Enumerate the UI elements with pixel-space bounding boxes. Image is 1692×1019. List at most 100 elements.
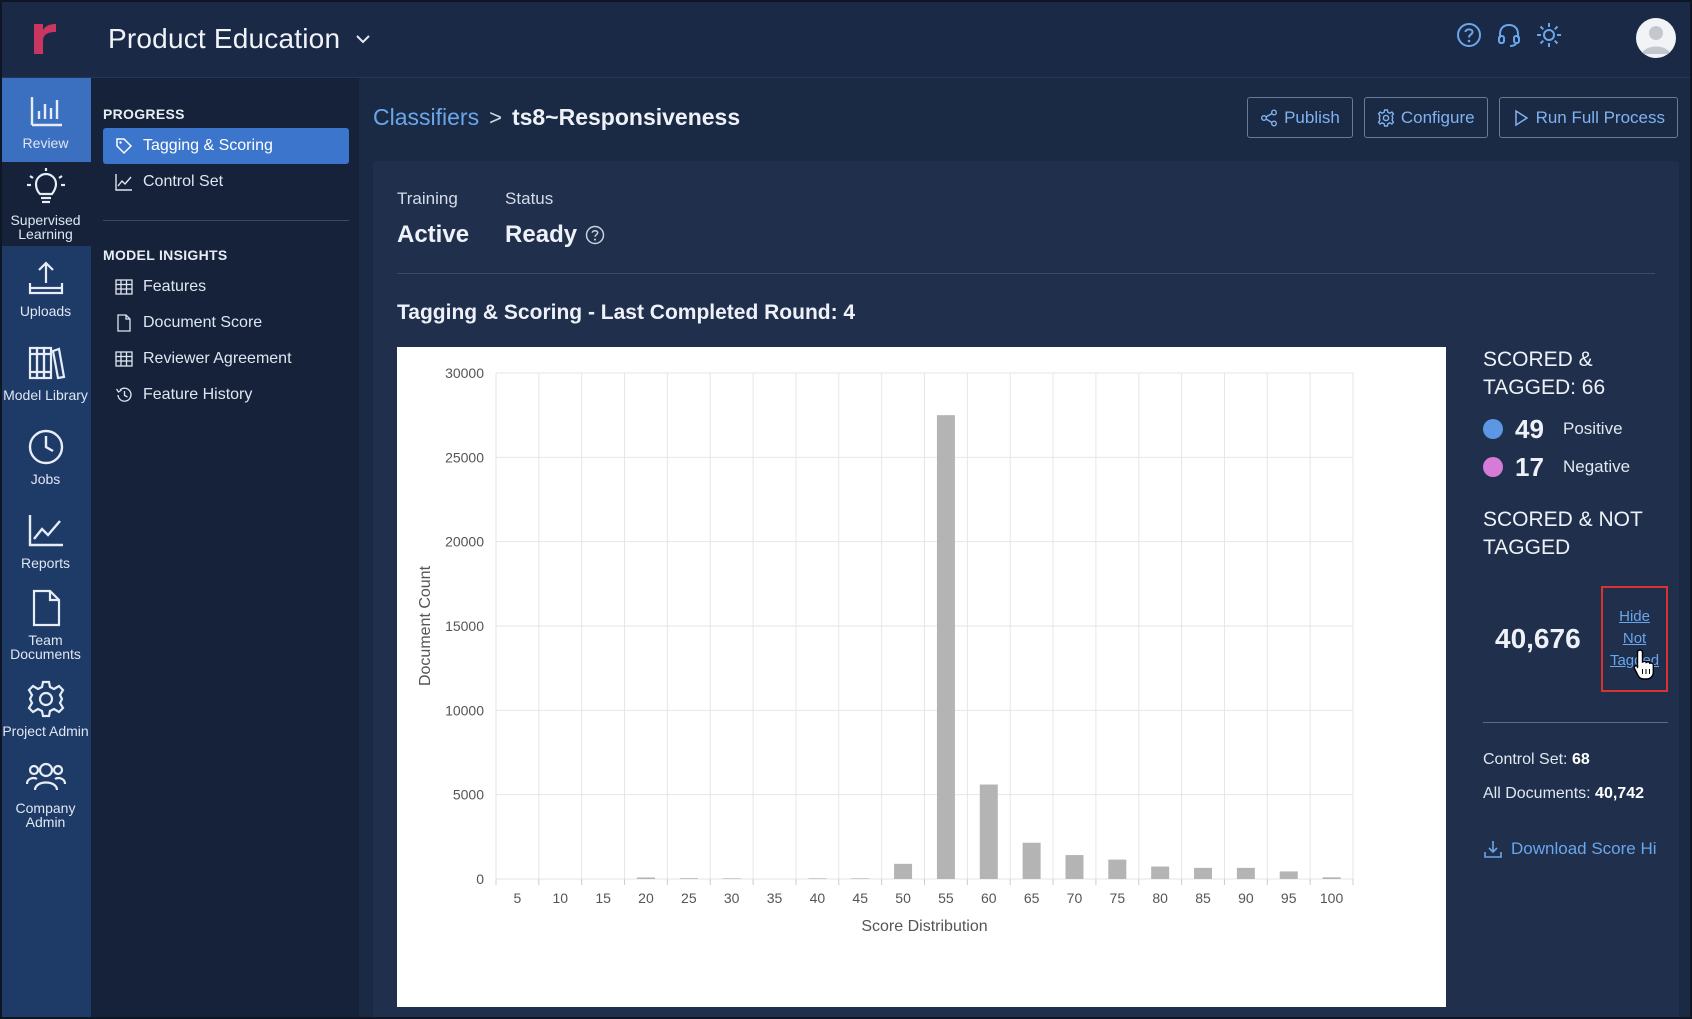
nav-project-admin[interactable]: Project Admin — [0, 666, 91, 750]
subnav-tagging-scoring-label: Tagging & Scoring — [143, 137, 273, 154]
x-tick-label: 65 — [1024, 890, 1040, 906]
users-icon — [25, 762, 66, 790]
subnav-feature-history[interactable]: Feature History — [103, 377, 349, 413]
chart-bar — [1236, 867, 1255, 879]
app-logo[interactable] — [0, 0, 90, 78]
summary-divider — [1483, 722, 1668, 723]
breadcrumb-current: ts8~Responsiveness — [511, 104, 741, 130]
nav-project-admin-label: Project Admin — [2, 722, 89, 739]
hide-not-tagged-link-word-2[interactable]: Not — [1623, 628, 1646, 650]
control-set-label: Control Set: — [1483, 751, 1568, 768]
breadcrumb-classifiers-link[interactable]: Classifiers — [373, 104, 479, 131]
nav-review-label: Review — [22, 134, 69, 151]
x-tick-label: 60 — [981, 890, 997, 906]
user-avatar[interactable] — [1636, 18, 1676, 58]
nav-review[interactable]: Review — [0, 78, 91, 162]
positive-count: 49 — [1515, 413, 1544, 444]
help-button[interactable] — [1456, 22, 1482, 48]
subnav-divider — [103, 220, 349, 221]
help-icon[interactable] — [585, 225, 605, 245]
chart-bar — [936, 415, 955, 879]
trend-icon — [115, 174, 132, 191]
x-tick-label: 25 — [681, 890, 697, 906]
x-tick-label: 5 — [514, 890, 522, 906]
header-icons — [1456, 22, 1562, 48]
chart-bar — [1151, 866, 1170, 879]
subnav-document-score[interactable]: Document Score — [103, 305, 349, 341]
support-button[interactable] — [1496, 22, 1522, 48]
subnav-reviewer-agreement-label: Reviewer Agreement — [143, 350, 292, 367]
workspace-selector[interactable]: Product Education — [108, 23, 372, 55]
play-icon — [1514, 109, 1528, 126]
theme-toggle-button[interactable] — [1536, 22, 1562, 48]
x-tick-label: 85 — [1195, 890, 1211, 906]
left-nav: Review Supervised Learning Uploads Model… — [0, 78, 91, 1019]
nav-team-documents-label: Team Documents — [10, 631, 81, 662]
nav-supervised-learning[interactable]: Supervised Learning — [0, 162, 91, 246]
x-tick-label: 95 — [1281, 890, 1297, 906]
x-tick-label: 80 — [1152, 890, 1168, 906]
gear-icon — [1377, 108, 1395, 127]
tag-icon — [116, 138, 133, 155]
model-insights-section-title: MODEL INSIGHTS — [103, 247, 228, 263]
headset-icon — [1498, 23, 1520, 47]
status-row: Training Active Status Ready — [397, 189, 605, 249]
hand-cursor-icon — [1633, 649, 1655, 680]
nav-uploads[interactable]: Uploads — [0, 246, 91, 330]
configure-button[interactable]: Configure — [1363, 97, 1488, 138]
subnav-feature-history-label: Feature History — [143, 386, 253, 403]
nav-model-library-label: Model Library — [3, 386, 88, 403]
chart-bar — [979, 784, 998, 879]
x-tick-label: 20 — [638, 890, 654, 906]
positive-label: Positive — [1563, 419, 1623, 438]
lightbulb-icon — [26, 167, 65, 203]
all-documents-label: All Documents: — [1483, 785, 1591, 802]
y-axis-title: Document Count — [417, 565, 434, 686]
nav-reports[interactable]: Reports — [0, 498, 91, 582]
subnav-document-score-label: Document Score — [143, 314, 263, 331]
chart-bar — [1194, 867, 1213, 879]
download-score-histogram-link[interactable]: Download Score Hi — [1483, 839, 1668, 859]
x-tick-label: 35 — [767, 890, 783, 906]
x-tick-label: 70 — [1067, 890, 1083, 906]
subnav-reviewer-agreement[interactable]: Reviewer Agreement — [103, 341, 349, 377]
chart-bar — [894, 863, 913, 879]
subnav-tagging-scoring[interactable]: Tagging & Scoring — [103, 128, 349, 164]
chevron-down-icon — [356, 34, 370, 43]
x-tick-label: 90 — [1238, 890, 1254, 906]
x-tick-label: 15 — [595, 890, 611, 906]
workspace-name: Product Education — [108, 22, 341, 54]
download-icon — [1484, 841, 1502, 858]
x-tick-label: 50 — [895, 890, 911, 906]
nav-team-documents[interactable]: Team Documents — [0, 582, 91, 666]
clock-icon — [28, 429, 63, 464]
subnav-control-set-label: Control Set — [143, 173, 224, 190]
table-icon — [115, 351, 133, 367]
status-stat: Status Ready — [505, 189, 605, 249]
training-stat: Training Active — [397, 189, 469, 249]
upload-icon — [28, 260, 63, 294]
document-icon — [32, 589, 60, 626]
publish-label: Publish — [1284, 107, 1340, 127]
all-documents-row: All Documents: 40,742 — [1483, 785, 1668, 803]
run-full-process-label: Run Full Process — [1535, 107, 1665, 127]
run-full-process-button[interactable]: Run Full Process — [1498, 97, 1678, 138]
y-tick-label: 5000 — [453, 787, 484, 803]
nav-model-library[interactable]: Model Library — [0, 330, 91, 414]
x-tick-label: 45 — [852, 890, 868, 906]
sub-nav: PROGRESS Tagging & Scoring Control Set M… — [91, 78, 359, 1019]
chart-svg: 0 5000 10000 15000 20000 25000 30000 5 10 15 20 25 3… — [417, 365, 1354, 935]
status-label: Status — [505, 189, 554, 208]
chart-bar — [1279, 871, 1298, 879]
nav-company-admin[interactable]: Company Admin — [0, 750, 91, 834]
chart-bar — [1022, 842, 1041, 879]
training-label: Training — [397, 189, 458, 208]
hide-not-tagged-link-word-1[interactable]: Hide — [1619, 606, 1650, 628]
nav-jobs[interactable]: Jobs — [0, 414, 91, 498]
subnav-features[interactable]: Features — [103, 269, 349, 305]
action-buttons: Publish Configure Run Full Process — [1247, 97, 1678, 138]
publish-button[interactable]: Publish — [1247, 97, 1353, 138]
nav-jobs-label: Jobs — [30, 470, 61, 487]
control-set-value: 68 — [1571, 751, 1590, 768]
subnav-control-set[interactable]: Control Set — [103, 164, 349, 200]
